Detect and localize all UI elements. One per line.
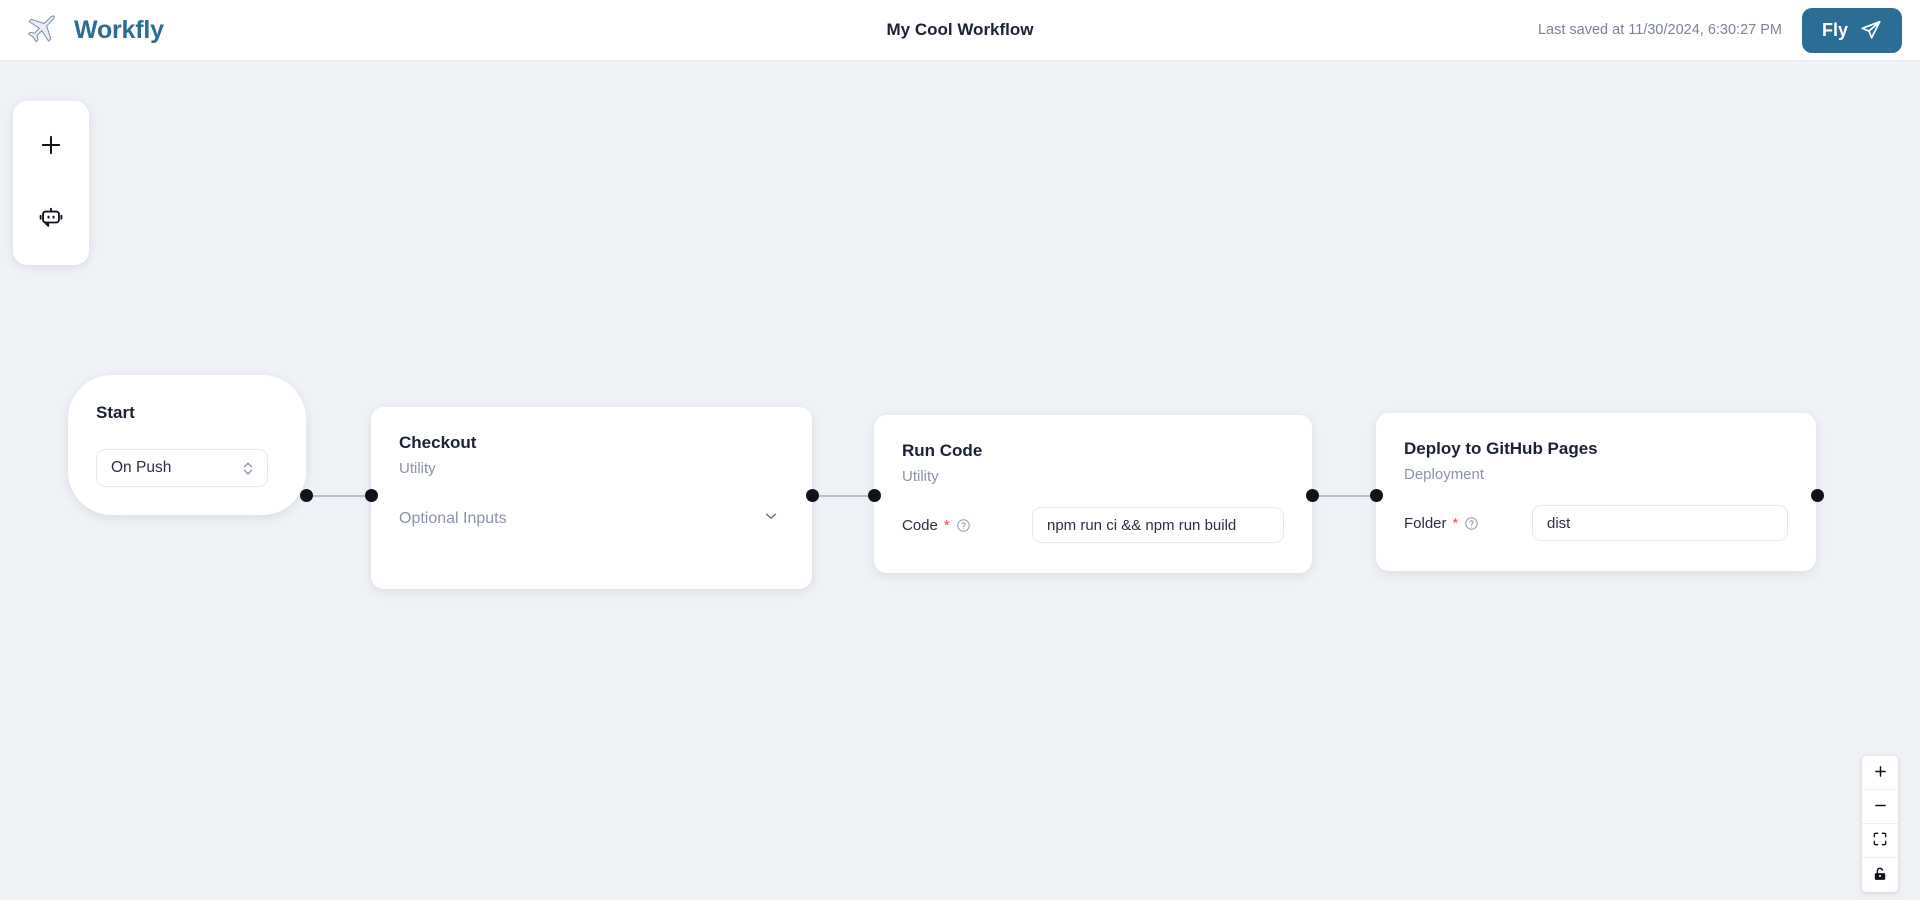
node-deploy-title: Deploy to GitHub Pages: [1404, 439, 1598, 458]
edge-runcode-to-deploy: [1312, 495, 1376, 497]
handle-checkout-input[interactable]: [365, 489, 378, 502]
plus-icon: [37, 131, 65, 162]
last-saved-status: Last saved at 11/30/2024, 6:30:27 PM: [1537, 22, 1782, 38]
node-run-code-title: Run Code: [902, 441, 983, 460]
help-circle-icon[interactable]: [1464, 516, 1479, 531]
required-marker: *: [943, 516, 950, 534]
node-start[interactable]: Start On Push: [68, 375, 306, 515]
edge-start-to-checkout: [306, 495, 371, 497]
folder-field-label: Folder *: [1404, 515, 1479, 532]
chevron-down-icon: [762, 507, 780, 530]
folder-input-value: dist: [1547, 514, 1571, 532]
node-checkout-title: Checkout: [399, 433, 477, 452]
zoom-in-button[interactable]: [1862, 756, 1898, 790]
fly-button[interactable]: Fly: [1801, 7, 1902, 53]
handle-checkout-output[interactable]: [806, 489, 819, 502]
folder-label-text: Folder: [1404, 514, 1447, 532]
handle-runcode-input[interactable]: [868, 489, 881, 502]
fit-view-icon: [1872, 831, 1888, 850]
node-run-code-subtitle: Utility: [902, 468, 939, 485]
optional-inputs-label: Optional Inputs: [399, 509, 507, 527]
fly-button-label: Fly: [1821, 19, 1848, 40]
code-input-value: npm run ci && npm run build: [1047, 516, 1237, 534]
workflow-canvas[interactable]: Start On Push Checkout Utility Optional …: [0, 61, 1920, 900]
code-field-row: Code * npm run ci && npm run build: [902, 507, 1284, 543]
send-icon: [1860, 19, 1882, 41]
zoom-out-button[interactable]: [1862, 790, 1898, 824]
app-header: Workfly My Cool Workflow Last saved at 1…: [0, 0, 1920, 61]
unlock-icon: [1872, 866, 1888, 885]
node-deploy-subtitle: Deployment: [1404, 466, 1485, 483]
folder-input[interactable]: dist: [1532, 505, 1788, 541]
handle-runcode-output[interactable]: [1306, 489, 1319, 502]
code-label-text: Code: [902, 516, 938, 534]
folder-field-row: Folder * dist: [1404, 505, 1788, 541]
robot-chat-icon: [37, 205, 65, 236]
help-circle-icon[interactable]: [956, 518, 971, 533]
node-deploy-to-github-pages[interactable]: Deploy to GitHub Pages Deployment Folder…: [1376, 413, 1816, 571]
node-run-code[interactable]: Run Code Utility Code * npm run ci && npm…: [874, 415, 1312, 573]
fit-view-button[interactable]: [1862, 824, 1898, 858]
code-input[interactable]: npm run ci && npm run build: [1032, 507, 1284, 543]
trigger-select-value: On Push: [111, 459, 172, 476]
handle-start-output[interactable]: [300, 489, 313, 502]
plus-icon: [1872, 763, 1889, 783]
assistant-button[interactable]: [13, 183, 89, 257]
edge-checkout-to-runcode: [812, 495, 874, 497]
minus-icon: [1872, 797, 1889, 817]
node-checkout[interactable]: Checkout Utility Optional Inputs: [371, 407, 812, 589]
handle-deploy-output[interactable]: [1811, 489, 1824, 502]
lock-canvas-button[interactable]: [1862, 858, 1898, 892]
zoom-controls: [1862, 756, 1898, 892]
optional-inputs-toggle[interactable]: Optional Inputs: [399, 507, 784, 530]
chevron-up-down-icon: [242, 460, 254, 477]
handle-deploy-input[interactable]: [1370, 489, 1383, 502]
header-actions: Last saved at 11/30/2024, 6:30:27 PM Fly: [1537, 7, 1902, 53]
add-node-button[interactable]: [13, 109, 89, 183]
code-field-label: Code *: [902, 517, 971, 534]
trigger-select[interactable]: On Push: [96, 449, 268, 487]
node-start-title: Start: [96, 403, 135, 422]
canvas-tool-panel: [13, 101, 89, 265]
required-marker: *: [1452, 514, 1459, 532]
node-checkout-subtitle: Utility: [399, 460, 436, 477]
